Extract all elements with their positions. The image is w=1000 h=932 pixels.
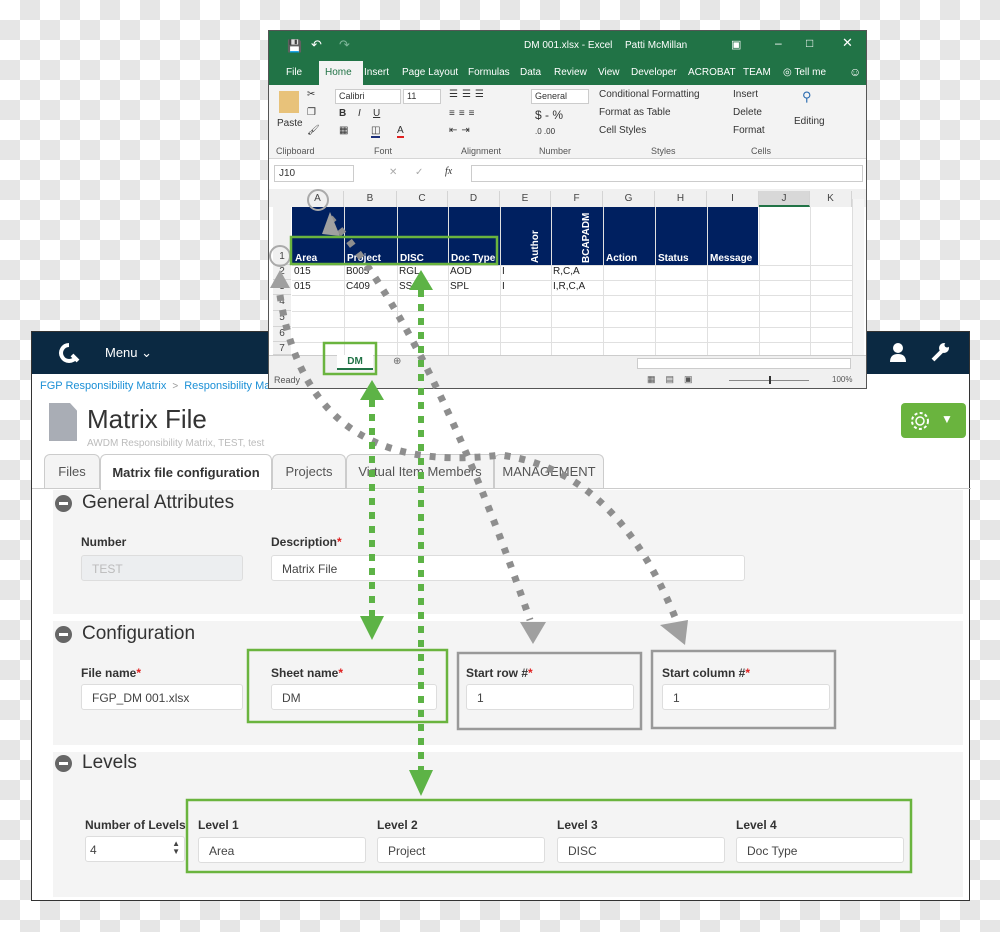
arrow-head-icon (520, 622, 546, 644)
levels-highlight-box (185, 798, 913, 874)
column-a-marker (307, 189, 329, 211)
row-1-marker (269, 245, 291, 267)
arrow-start-row-path (327, 215, 534, 622)
annotation-arrows-overlay (185, 189, 913, 874)
arrow-head-icon (409, 770, 433, 796)
arrow-head-icon (322, 212, 340, 236)
sheet-name-highlight-box (246, 648, 449, 724)
start-column-highlight-box (650, 649, 837, 730)
sheet-tab-highlight-box (322, 341, 378, 376)
arrow-head-icon (360, 616, 384, 640)
arrow-start-column-path (274, 279, 684, 632)
arrow-head-icon (660, 620, 688, 645)
arrow-head-icon (270, 270, 290, 288)
arrow-head-icon (409, 270, 433, 290)
arrow-head-icon (360, 380, 384, 400)
start-row-highlight-box (456, 651, 643, 731)
header-highlight-box (289, 235, 499, 266)
